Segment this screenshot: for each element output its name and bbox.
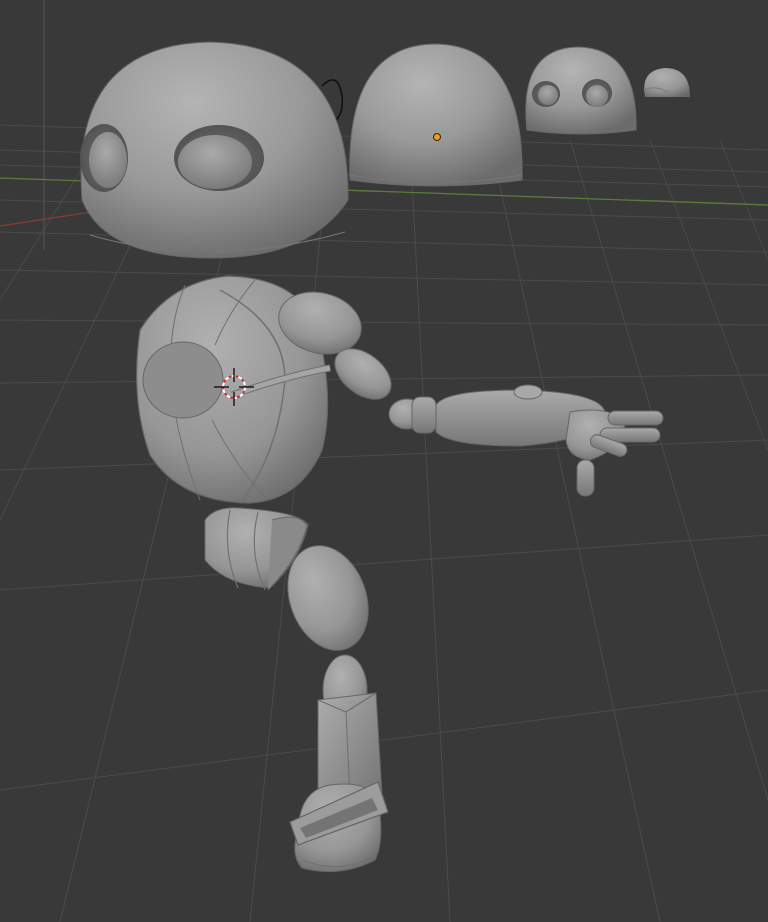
head-small[interactable] — [525, 46, 637, 135]
head-dome[interactable] — [349, 43, 523, 187]
head-large[interactable] — [80, 41, 349, 259]
viewport-canvas[interactable] — [0, 0, 768, 922]
shin[interactable] — [317, 654, 383, 801]
3d-viewport[interactable] — [0, 0, 768, 922]
hand[interactable] — [565, 409, 664, 497]
origin-point-icon[interactable] — [433, 133, 441, 141]
boot[interactable] — [289, 781, 389, 873]
head-tiny[interactable] — [644, 68, 690, 97]
